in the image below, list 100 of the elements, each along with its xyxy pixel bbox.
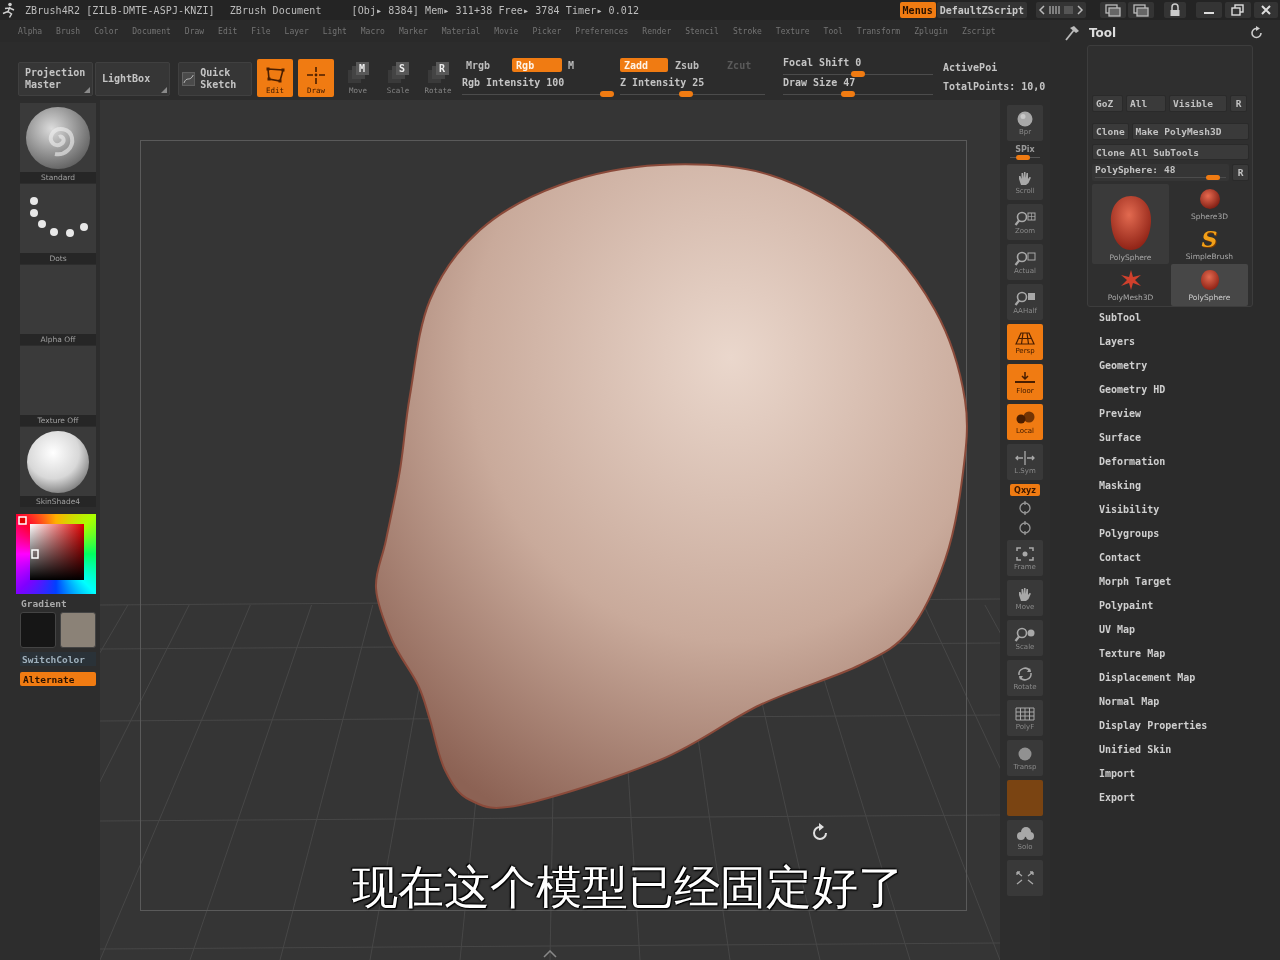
- menu-item[interactable]: Brush: [56, 26, 81, 36]
- tool-button[interactable]: Clone All SubTools: [1092, 144, 1249, 160]
- toggle-button[interactable]: Qxyz: [1010, 484, 1040, 496]
- gradient-button[interactable]: Gradient: [20, 597, 67, 610]
- app-title: ZBrush4R2 [ZILB-DMTE-ASPJ-KNZI]: [25, 4, 215, 16]
- quick-sketch-button[interactable]: Quick Sketch: [178, 62, 252, 96]
- section-header[interactable]: Texture Map: [1099, 648, 1166, 672]
- rotate-axis-icon[interactable]: [1017, 520, 1033, 536]
- tool-button[interactable]: Make PolyMesh3D: [1131, 123, 1249, 140]
- script-button[interactable]: DefaultZScript: [936, 2, 1027, 18]
- menu-item[interactable]: Color: [94, 26, 119, 36]
- section-header[interactable]: Unified Skin: [1099, 744, 1172, 768]
- menu-item[interactable]: Edit: [218, 26, 238, 36]
- section-header[interactable]: Morph Target: [1099, 576, 1172, 600]
- tool-button[interactable]: R: [1230, 95, 1247, 112]
- minimize-icon[interactable]: [1196, 2, 1222, 18]
- menu-item[interactable]: Preferences: [575, 26, 629, 36]
- menu-item[interactable]: Zplugin: [914, 26, 948, 36]
- section-header[interactable]: Displacement Map: [1099, 672, 1196, 696]
- section-header[interactable]: Polypaint: [1099, 600, 1154, 624]
- toolbar-button[interactable]: [1007, 860, 1043, 896]
- corner-triangle-icon: [84, 87, 90, 93]
- menu-item[interactable]: Render: [642, 26, 672, 36]
- toggle-button[interactable]: Mrgb: [462, 58, 495, 72]
- tool-button[interactable]: GoZ: [1092, 95, 1123, 112]
- slider-track[interactable]: [1095, 175, 1226, 180]
- section-header[interactable]: Import: [1099, 768, 1136, 792]
- section-header[interactable]: UV Map: [1099, 624, 1136, 648]
- alternate-toggle[interactable]: Alternate: [20, 672, 96, 686]
- shelf-button[interactable]: LightBox: [95, 62, 170, 96]
- scroll-arrows-icon[interactable]: [1036, 2, 1086, 18]
- color-picker[interactable]: [16, 514, 96, 594]
- shelf-button[interactable]: Projection Master: [18, 62, 93, 96]
- menu-item[interactable]: Zscript: [961, 26, 996, 36]
- slider-thumb[interactable]: [841, 91, 856, 97]
- section-header[interactable]: Layers: [1099, 336, 1136, 360]
- menu-item[interactable]: Alpha: [18, 26, 43, 36]
- section-header[interactable]: Geometry: [1099, 360, 1148, 384]
- refresh-icon[interactable]: [1250, 25, 1264, 40]
- slider-label: Rgb Intensity: [462, 77, 541, 89]
- slider-track[interactable]: [462, 91, 614, 97]
- menu-item[interactable]: Picker: [532, 26, 562, 36]
- slider-thumb[interactable]: [1016, 155, 1031, 160]
- section-header[interactable]: Deformation: [1099, 456, 1166, 480]
- menu-item[interactable]: Stencil: [685, 26, 719, 36]
- hammer-icon[interactable]: [1062, 24, 1080, 41]
- menu-item[interactable]: Macro: [360, 26, 385, 36]
- tool-button[interactable]: Clone: [1092, 123, 1129, 140]
- rotate-axis-icon[interactable]: [1017, 500, 1033, 516]
- section-header[interactable]: SubTool: [1099, 312, 1142, 336]
- frame-arrows-icon: [1014, 870, 1036, 886]
- toggle-button[interactable]: M: [564, 58, 579, 72]
- menus-toggle[interactable]: Menus: [899, 2, 936, 18]
- slider-value: 47: [843, 77, 856, 89]
- lock-icon[interactable]: [1164, 2, 1186, 18]
- section-header[interactable]: Geometry HD: [1099, 384, 1166, 408]
- menu-item[interactable]: Stroke: [732, 26, 762, 36]
- section-header[interactable]: Contact: [1099, 552, 1142, 576]
- menu-item[interactable]: Tool: [823, 26, 843, 36]
- switch-color-button[interactable]: SwitchColor: [20, 652, 96, 666]
- menu-item[interactable]: Light: [322, 26, 347, 36]
- restore-icon[interactable]: [1225, 2, 1251, 18]
- layers-icon[interactable]: [1100, 2, 1126, 18]
- tool-button[interactable]: Visible: [1169, 95, 1227, 112]
- menu-item[interactable]: Transform: [856, 26, 901, 36]
- slider-label: SPix: [1015, 145, 1035, 154]
- section-header[interactable]: Export: [1099, 792, 1136, 816]
- close-icon[interactable]: [1254, 2, 1278, 18]
- slider-label: Draw Size: [783, 77, 838, 89]
- menu-item[interactable]: Material: [441, 26, 481, 36]
- toggle-button[interactable]: Zsub: [671, 58, 704, 72]
- frame-corners-icon: [1014, 545, 1036, 562]
- points-readout: ActivePoi: [943, 62, 999, 73]
- menu-item[interactable]: Texture: [775, 26, 810, 36]
- slider-thumb[interactable]: [600, 91, 614, 97]
- section-header[interactable]: Polygroups: [1099, 528, 1160, 552]
- color-swatch[interactable]: [20, 612, 56, 648]
- slider-thumb[interactable]: [851, 71, 865, 77]
- section-header[interactable]: Preview: [1099, 408, 1142, 432]
- menu-item[interactable]: Movie: [494, 26, 519, 36]
- section-header[interactable]: Display Properties: [1099, 720, 1208, 744]
- section-header[interactable]: Normal Map: [1099, 696, 1160, 720]
- menu-item[interactable]: Draw: [184, 26, 205, 36]
- slider-thumb[interactable]: [1206, 175, 1221, 180]
- section-header[interactable]: Visibility: [1099, 504, 1160, 528]
- section-header[interactable]: Masking: [1099, 480, 1142, 504]
- slider-value: 48: [1163, 165, 1176, 175]
- menu-item[interactable]: Marker: [398, 26, 428, 36]
- subtitle-text: 现在这个模型已经固定好了: [352, 862, 904, 913]
- cloud-icon: [1014, 825, 1036, 842]
- spheres-icon: [1014, 409, 1036, 426]
- menu-item[interactable]: File: [251, 26, 271, 36]
- tool-button[interactable]: All: [1126, 95, 1166, 112]
- reset-button[interactable]: R: [1232, 164, 1249, 181]
- slider-thumb[interactable]: [678, 91, 693, 97]
- color-swatch[interactable]: [60, 612, 96, 648]
- section-header[interactable]: Surface: [1099, 432, 1142, 456]
- menu-item[interactable]: Layer: [284, 26, 309, 36]
- layers-icon[interactable]: [1128, 2, 1154, 18]
- menu-item[interactable]: Document: [132, 26, 171, 36]
